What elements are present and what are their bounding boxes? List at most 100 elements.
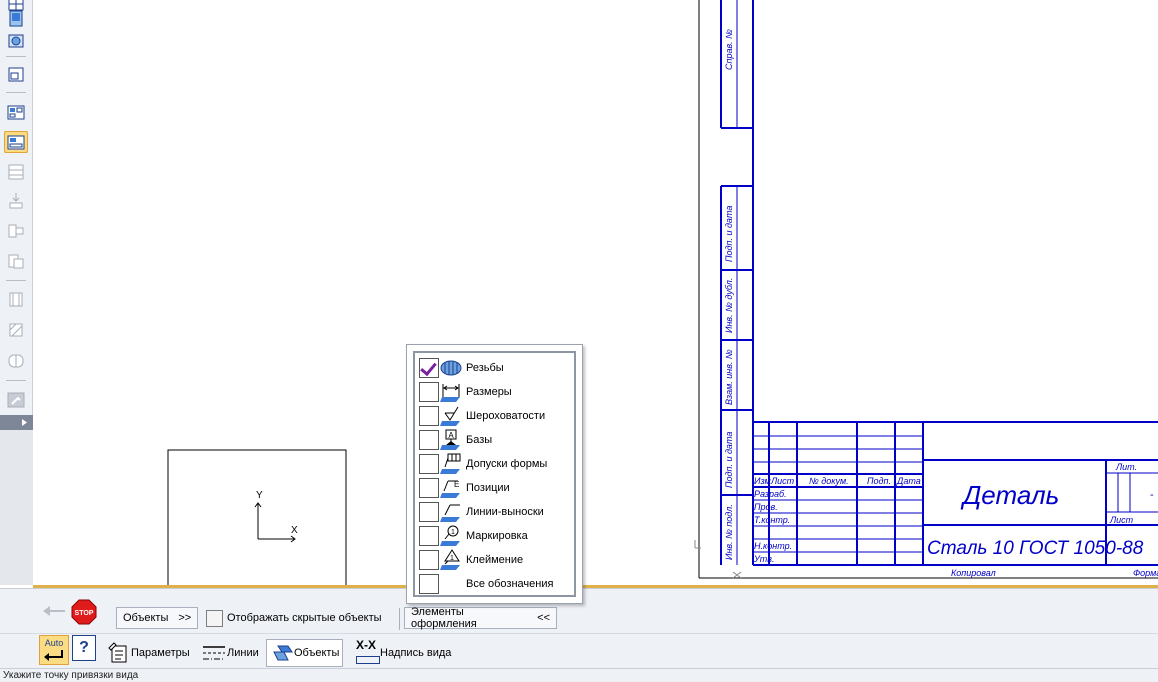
- form-tolerances-checkbox[interactable]: [419, 453, 439, 474]
- threads-label: Резьбы: [466, 361, 504, 374]
- show-hidden-label: Отображать скрытые объекты: [227, 612, 382, 624]
- form-tolerances-label: Допуски формы: [466, 457, 548, 470]
- tb-row-prov: Пров.: [754, 502, 778, 512]
- tb-row-razrab: Разраб.: [754, 489, 787, 499]
- objects-icon: [273, 645, 293, 661]
- design-elements-expander[interactable]: Элементы оформления <<: [404, 606, 557, 630]
- list-item-all-designations[interactable]: Все обозначения: [419, 572, 571, 595]
- auto-create-button[interactable]: Auto: [39, 635, 69, 665]
- break-view-icon[interactable]: [4, 220, 28, 242]
- stamping-label: Клеймение: [466, 553, 524, 566]
- view-window-icon[interactable]: [4, 8, 28, 30]
- form-tolerance-icon: [440, 453, 461, 474]
- show-hidden-checkbox-box[interactable]: [206, 609, 223, 627]
- dimension-icon: [440, 383, 460, 402]
- stamp-inv-podl: Инв. № подл.: [724, 504, 734, 560]
- toolbar-expander[interactable]: [0, 415, 33, 430]
- help-label: ?: [79, 639, 89, 656]
- list-item-bases[interactable]: A Базы: [419, 428, 571, 451]
- model-view-icon[interactable]: [4, 30, 28, 52]
- hatch-view-icon[interactable]: [4, 318, 28, 340]
- material: Сталь 10 ГОСТ 1050-88: [927, 538, 1144, 559]
- cut-view-icon[interactable]: [4, 288, 28, 310]
- view-label-icon: X-X: [354, 638, 380, 666]
- list-item-roughness[interactable]: Шероховатости: [419, 404, 571, 427]
- svg-text:1: 1: [450, 555, 454, 562]
- design-elements-arrow: <<: [537, 612, 550, 624]
- dimensions-checkbox[interactable]: [419, 381, 439, 402]
- tab-parameters[interactable]: Параметры: [104, 639, 193, 667]
- new-view-icon[interactable]: [4, 64, 28, 86]
- tb-col-date: Дата: [896, 476, 921, 486]
- base-icon: A: [440, 429, 460, 450]
- stop-button[interactable]: STOP: [71, 599, 97, 625]
- left-toolbar: [0, 0, 33, 430]
- projection-view-icon[interactable]: [4, 101, 28, 123]
- tb-sheet: Лист: [1109, 515, 1134, 525]
- list-item-dimensions[interactable]: Размеры: [419, 380, 571, 403]
- tb-col-doc: № докум.: [809, 476, 849, 486]
- roughness-label: Шероховатости: [466, 409, 546, 422]
- bases-checkbox[interactable]: [419, 429, 439, 450]
- tab-objects[interactable]: Объекты: [266, 639, 344, 667]
- status-bar: Укажите точку привязки вида: [0, 668, 1158, 682]
- auto-label: Auto: [45, 638, 64, 648]
- list-item-threads[interactable]: Резьбы: [419, 356, 571, 379]
- objects-label: Объекты: [123, 612, 169, 624]
- detail-view-icon[interactable]: [4, 190, 28, 212]
- rotated-view-icon[interactable]: [4, 350, 28, 372]
- leader-lines-label: Линии-выноски: [466, 505, 544, 518]
- stamping-checkbox[interactable]: [419, 549, 439, 570]
- local-view-icon[interactable]: [4, 250, 28, 272]
- kompas-window: Y X Справ. № Подп. и дата Инв. № дубл. В…: [0, 0, 1158, 682]
- back-arrow-icon[interactable]: [40, 600, 68, 622]
- part-name: Деталь: [960, 480, 1059, 510]
- stamp-sprav: Справ. №: [724, 29, 734, 70]
- all-designations-checkbox[interactable]: [419, 573, 439, 594]
- axis-x-label: X: [291, 525, 298, 536]
- marking-checkbox[interactable]: [419, 525, 439, 546]
- list-item-stamping[interactable]: 1 Клеймение: [419, 548, 571, 571]
- design-elements-popup: Резьбы Размеры Шероховатости A Базы Допу…: [406, 344, 583, 604]
- position-icon: E: [440, 480, 460, 498]
- tb-format: Формат: [1133, 568, 1158, 578]
- arrow-view-icon[interactable]: [4, 131, 28, 153]
- list-item-positions[interactable]: E Позиции: [419, 476, 571, 499]
- tb-col-list: Лист: [770, 476, 795, 486]
- stop-label: STOP: [75, 610, 94, 617]
- roughness-checkbox[interactable]: [419, 405, 439, 426]
- axis-y-label: Y: [256, 490, 263, 501]
- stamp-podp-2: Подп. и дата: [724, 432, 734, 488]
- tab-objects-label: Объекты: [294, 647, 340, 659]
- marking-label: Маркировка: [466, 529, 528, 542]
- stamping-icon: 1: [440, 548, 460, 570]
- design-elements-label: Элементы оформления: [411, 606, 477, 630]
- design-elements-list: Резьбы Размеры Шероховатости A Базы Допу…: [413, 351, 576, 597]
- help-button[interactable]: ?: [72, 635, 96, 661]
- tb-col-izm: Изм: [754, 476, 771, 486]
- view-frame[interactable]: [167, 449, 347, 588]
- view-settings-icon[interactable]: [4, 389, 28, 411]
- stamp-inv-dubl: Инв. № дубл.: [724, 278, 734, 333]
- tab-lines[interactable]: Линии: [198, 639, 262, 667]
- list-item-leader-lines[interactable]: Линии-выноски: [419, 500, 571, 523]
- list-item-marking[interactable]: 1 Маркировка: [419, 524, 571, 547]
- all-designations-label: Все обозначения: [466, 577, 554, 590]
- positions-checkbox[interactable]: [419, 477, 439, 498]
- objects-expander[interactable]: Объекты >>: [116, 607, 198, 629]
- leader-lines-checkbox[interactable]: [419, 501, 439, 522]
- objects-arrow: >>: [178, 612, 192, 624]
- section-view-icon[interactable]: [4, 161, 28, 183]
- svg-text:-: -: [1150, 489, 1154, 501]
- drawing-canvas[interactable]: Y X Справ. № Подп. и дата Инв. № дубл. В…: [33, 0, 1158, 588]
- leader-line-icon: [440, 504, 460, 522]
- tab-view-label[interactable]: X-X Надпись вида: [351, 638, 454, 667]
- show-hidden-objects-checkbox[interactable]: Отображать скрытые объекты: [200, 607, 396, 629]
- svg-text:1: 1: [451, 529, 455, 536]
- list-item-form-tolerances[interactable]: Допуски формы: [419, 452, 571, 475]
- roughness-icon: [440, 406, 460, 426]
- stamp-vzam: Взам. инв. №: [724, 349, 734, 405]
- threads-checkbox[interactable]: [419, 357, 439, 378]
- tb-row-nkontr: Н.контр.: [754, 541, 792, 551]
- property-panel-row-2: Auto ? Параметры Линии Объекты X-X Надпи…: [0, 633, 1158, 669]
